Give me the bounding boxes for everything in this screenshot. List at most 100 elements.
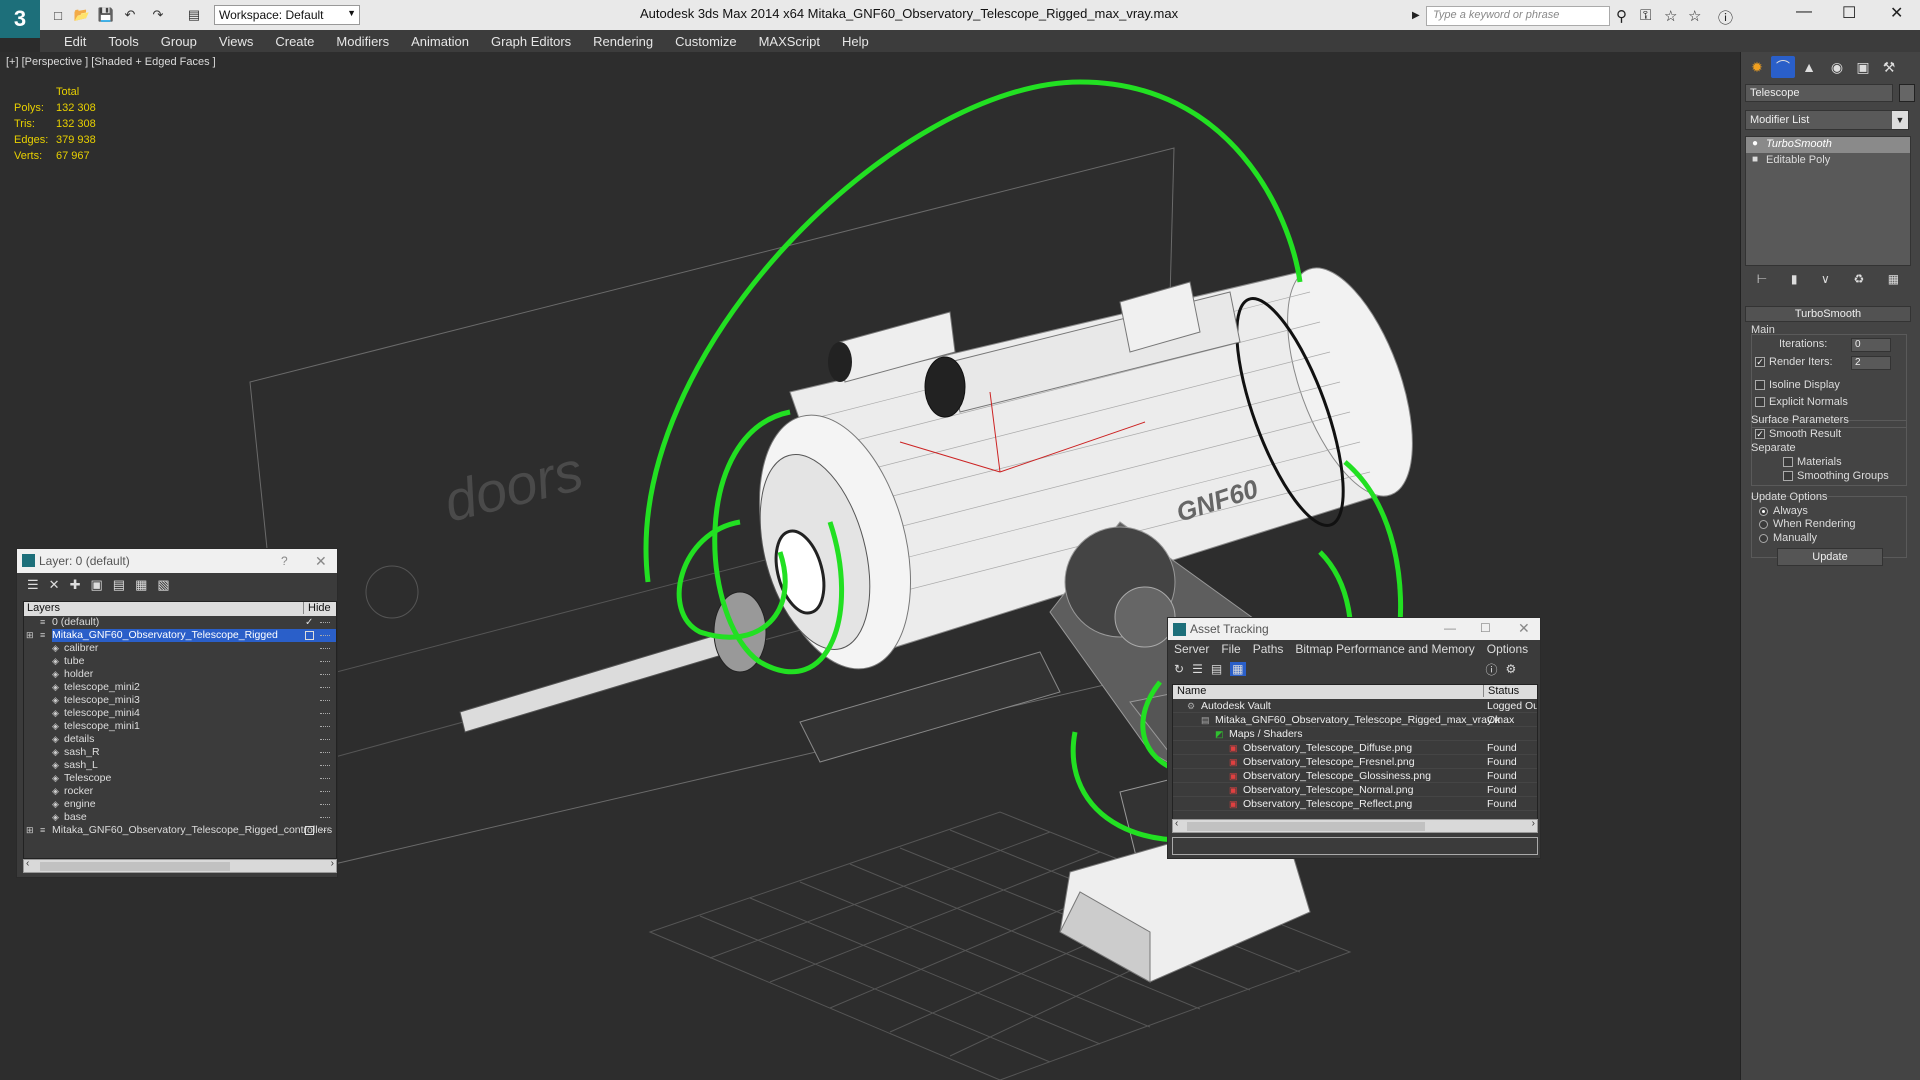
- smoothing-groups-row[interactable]: Smoothing Groups: [1783, 470, 1889, 482]
- manually-radio[interactable]: [1759, 533, 1768, 543]
- set-current-layer-icon[interactable]: ▦: [135, 577, 147, 593]
- hide-toggle[interactable]: [305, 631, 314, 640]
- layer-row[interactable]: ◈ Telescope: [24, 772, 336, 785]
- menu-maxscript[interactable]: MAXScript: [759, 34, 820, 49]
- iterations-spinner[interactable]: 0: [1851, 338, 1891, 352]
- search-expand-icon[interactable]: ▶: [1412, 10, 1420, 21]
- always-row[interactable]: Always: [1759, 505, 1808, 517]
- open-file-icon[interactable]: 📂: [74, 7, 90, 23]
- hide-toggle[interactable]: [320, 687, 330, 688]
- vault-help-icon[interactable]: ⓘ: [1486, 661, 1498, 678]
- hide-toggle[interactable]: [320, 648, 330, 649]
- show-end-result-icon[interactable]: ▮: [1791, 272, 1798, 292]
- key-icon[interactable]: ⚿: [1640, 7, 1651, 24]
- modify-tab-icon[interactable]: ⌒: [1771, 56, 1795, 78]
- help-icon[interactable]: ?: [281, 554, 288, 568]
- layer-row[interactable]: ≡ ⊞ Mitaka_GNF60_Observatory_Telescope_Rig…: [24, 629, 336, 642]
- layer-row[interactable]: ◈ calibrer: [24, 642, 336, 655]
- current-layer-check[interactable]: ✓: [305, 616, 314, 628]
- render-iters-checkbox[interactable]: ✓: [1755, 357, 1765, 367]
- table-view-icon[interactable]: ▦: [1230, 662, 1246, 676]
- hide-toggle[interactable]: [320, 752, 330, 753]
- menu-graph-editors[interactable]: Graph Editors: [491, 34, 571, 49]
- create-layer-icon[interactable]: ☰: [27, 577, 39, 593]
- delete-layer-icon[interactable]: ✕: [49, 577, 60, 593]
- binoculars-icon[interactable]: ⚲: [1616, 7, 1627, 25]
- layer-row[interactable]: ◈ base: [24, 811, 336, 824]
- layer-row[interactable]: ◈ rocker: [24, 785, 336, 798]
- hide-toggle[interactable]: [320, 739, 330, 740]
- layer-row[interactable]: ◈ sash_L: [24, 759, 336, 772]
- viewport-label[interactable]: [+] [Perspective ] [Shaded + Edged Faces…: [6, 56, 216, 68]
- app-logo-button[interactable]: 3: [0, 0, 40, 38]
- menu-file[interactable]: File: [1221, 642, 1240, 656]
- explicit-normals-row[interactable]: Explicit Normals: [1755, 396, 1848, 408]
- list-view-icon[interactable]: ☰: [1192, 662, 1203, 676]
- menu-modifiers[interactable]: Modifiers: [336, 34, 389, 49]
- modifier-list-dropdown[interactable]: Modifier List ▼: [1745, 110, 1909, 130]
- hierarchy-tab-icon[interactable]: ▲: [1797, 56, 1821, 78]
- close-icon[interactable]: ✕: [315, 553, 327, 570]
- hide-toggle[interactable]: [320, 817, 330, 818]
- menu-help[interactable]: Help: [842, 34, 869, 49]
- scrollbar-thumb[interactable]: [40, 862, 230, 871]
- select-objects-icon[interactable]: ▣: [90, 577, 102, 593]
- hide-toggle[interactable]: [305, 826, 314, 835]
- asset-tracking-dialog[interactable]: Asset Tracking — ☐ ✕ Server File Paths B…: [1167, 617, 1541, 859]
- perspective-viewport[interactable]: doors GNF60 [+] [Perspective] [Shaded +…: [0, 52, 1740, 1080]
- asset-row[interactable]: ▣ Observatory_Telescope_Normal.png Found: [1173, 783, 1537, 797]
- save-icon[interactable]: 💾: [98, 7, 114, 23]
- layer-row[interactable]: ◈ sash_R: [24, 746, 336, 759]
- hide-toggle[interactable]: [320, 674, 330, 675]
- thumbnail-view-icon[interactable]: ▤: [1211, 662, 1222, 676]
- asset-row[interactable]: ⚙ Autodesk Vault Logged Out: [1173, 699, 1537, 713]
- add-to-layer-icon[interactable]: ✚: [70, 577, 81, 593]
- display-tab-icon[interactable]: ▣: [1851, 56, 1875, 78]
- asset-row[interactable]: ◩ Maps / Shaders: [1173, 727, 1537, 741]
- select-layer-icon[interactable]: ▤: [113, 577, 125, 593]
- hide-toggle[interactable]: [320, 804, 330, 805]
- layer-dialog-titlebar[interactable]: Layer: 0 (default) ? ✕: [17, 549, 337, 573]
- asset-row[interactable]: ▣ Observatory_Telescope_Glossiness.png Fou…: [1173, 769, 1537, 783]
- expand-icon[interactable]: ■: [1752, 154, 1758, 165]
- create-tab-icon[interactable]: ✹: [1745, 56, 1769, 78]
- refresh-icon[interactable]: ↻: [1174, 662, 1184, 676]
- layer-dialog[interactable]: Layer: 0 (default) ? ✕ ☰ ✕ ✚ ▣ ▤ ▦ ▧ Lay…: [16, 548, 338, 878]
- expand-icon[interactable]: ⊞: [26, 629, 34, 642]
- materials-checkbox[interactable]: [1783, 457, 1793, 467]
- motion-tab-icon[interactable]: ◉: [1825, 56, 1849, 78]
- menu-edit[interactable]: Edit: [64, 34, 86, 49]
- hide-toggle[interactable]: [320, 713, 330, 714]
- name-column-header[interactable]: Name: [1177, 685, 1206, 697]
- menu-paths[interactable]: Paths: [1253, 642, 1284, 656]
- layer-row[interactable]: ◈ holder: [24, 668, 336, 681]
- layer-row[interactable]: ≡ 0 (default) ✓: [24, 616, 336, 629]
- layer-table[interactable]: Layers Hide ≡ 0 (default) ✓ ≡ ⊞ Mitaka_GNF60_…: [23, 601, 337, 859]
- layer-row[interactable]: ◈ telescope_mini3: [24, 694, 336, 707]
- status-column-header[interactable]: Status: [1483, 685, 1519, 697]
- layer-row[interactable]: ◈ tube: [24, 655, 336, 668]
- object-name-field[interactable]: Telescope: [1745, 84, 1893, 102]
- layer-row[interactable]: ◈ telescope_mini1: [24, 720, 336, 733]
- new-file-icon[interactable]: □: [50, 7, 66, 23]
- update-button[interactable]: Update: [1777, 548, 1883, 566]
- isoline-checkbox[interactable]: [1755, 380, 1765, 390]
- close-icon[interactable]: ✕: [1890, 3, 1903, 23]
- maximize-icon[interactable]: ☐: [1842, 3, 1856, 23]
- object-color-swatch[interactable]: [1899, 84, 1915, 102]
- menu-group[interactable]: Group: [161, 34, 197, 49]
- project-folder-icon[interactable]: ▤: [186, 7, 202, 23]
- scrollbar-thumb[interactable]: [1187, 822, 1425, 831]
- undo-icon[interactable]: ↶: [122, 7, 138, 23]
- menu-rendering[interactable]: Rendering: [593, 34, 653, 49]
- search-input[interactable]: Type a keyword or phrase: [1426, 6, 1610, 26]
- maximize-icon[interactable]: ☐: [1480, 621, 1491, 635]
- hide-toggle[interactable]: [320, 778, 330, 779]
- menu-server[interactable]: Server: [1174, 642, 1209, 656]
- always-radio[interactable]: [1759, 506, 1768, 516]
- scroll-left-icon[interactable]: ‹: [1175, 818, 1178, 829]
- isoline-row[interactable]: Isoline Display: [1755, 379, 1840, 391]
- expand-icon[interactable]: ⊞: [26, 824, 34, 837]
- layer-row[interactable]: ◈ details: [24, 733, 336, 746]
- hide-toggle[interactable]: [320, 765, 330, 766]
